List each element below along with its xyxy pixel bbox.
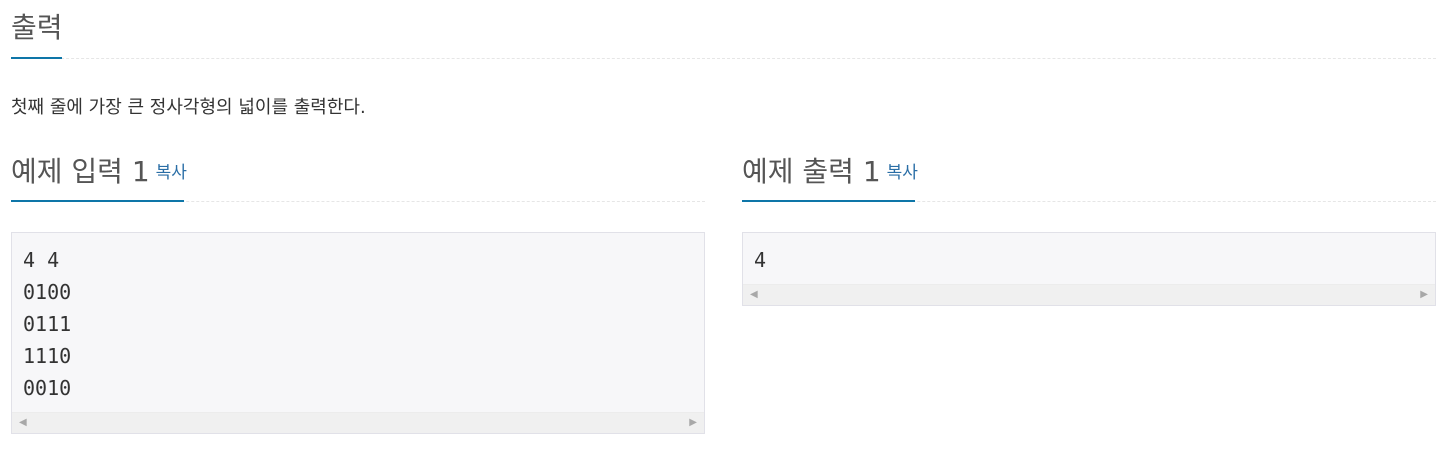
sample-output-horizontal-scrollbar[interactable]: ◀ ▶ [743, 284, 1435, 305]
sample-output-code-box: 4 ◀ ▶ [742, 232, 1436, 306]
sample-input-title: 예제 입력 1 [11, 155, 150, 188]
sample-output-header: 예제 출력 1 복사 [742, 140, 1436, 202]
sample-output-code: 4 [754, 248, 767, 272]
sample-input-header: 예제 입력 1 복사 [11, 140, 705, 202]
sample-input-underline [11, 200, 184, 202]
sample-input-code: 4 4 0100 0111 1110 0010 [23, 248, 72, 400]
sample-input-horizontal-scrollbar[interactable]: ◀ ▶ [12, 412, 704, 433]
sample-output-title: 예제 출력 1 [742, 155, 881, 188]
sample-output-copy-button[interactable]: 복사 [887, 163, 918, 183]
scroll-left-arrow-icon[interactable]: ◀ [750, 289, 758, 301]
output-section-header: 출력 [11, 0, 1436, 59]
sample-output-title-row: 예제 출력 1 복사 [742, 154, 918, 191]
sample-input-panel: 예제 입력 1 복사 4 4 0100 0111 1110 0010 ◀ ▶ [11, 140, 705, 434]
sample-output-underline [742, 200, 915, 202]
sample-output-panel: 예제 출력 1 복사 4 ◀ ▶ [742, 140, 1436, 306]
problem-output-page: 출력 첫째 줄에 가장 큰 정사각형의 넓이를 출력한다. 예제 입력 1 복사 … [0, 0, 1444, 450]
scroll-left-arrow-icon[interactable]: ◀ [19, 417, 27, 429]
sample-input-copy-button[interactable]: 복사 [156, 163, 187, 183]
scroll-right-arrow-icon[interactable]: ▶ [1420, 289, 1428, 301]
output-description: 첫째 줄에 가장 큰 정사각형의 넓이를 출력한다. [11, 97, 366, 118]
output-title-underline [11, 57, 62, 59]
scroll-right-arrow-icon[interactable]: ▶ [689, 417, 697, 429]
sample-input-title-row: 예제 입력 1 복사 [11, 154, 187, 191]
sample-input-code-box: 4 4 0100 0111 1110 0010 ◀ ▶ [11, 232, 705, 434]
output-section-title: 출력 [11, 11, 63, 44]
